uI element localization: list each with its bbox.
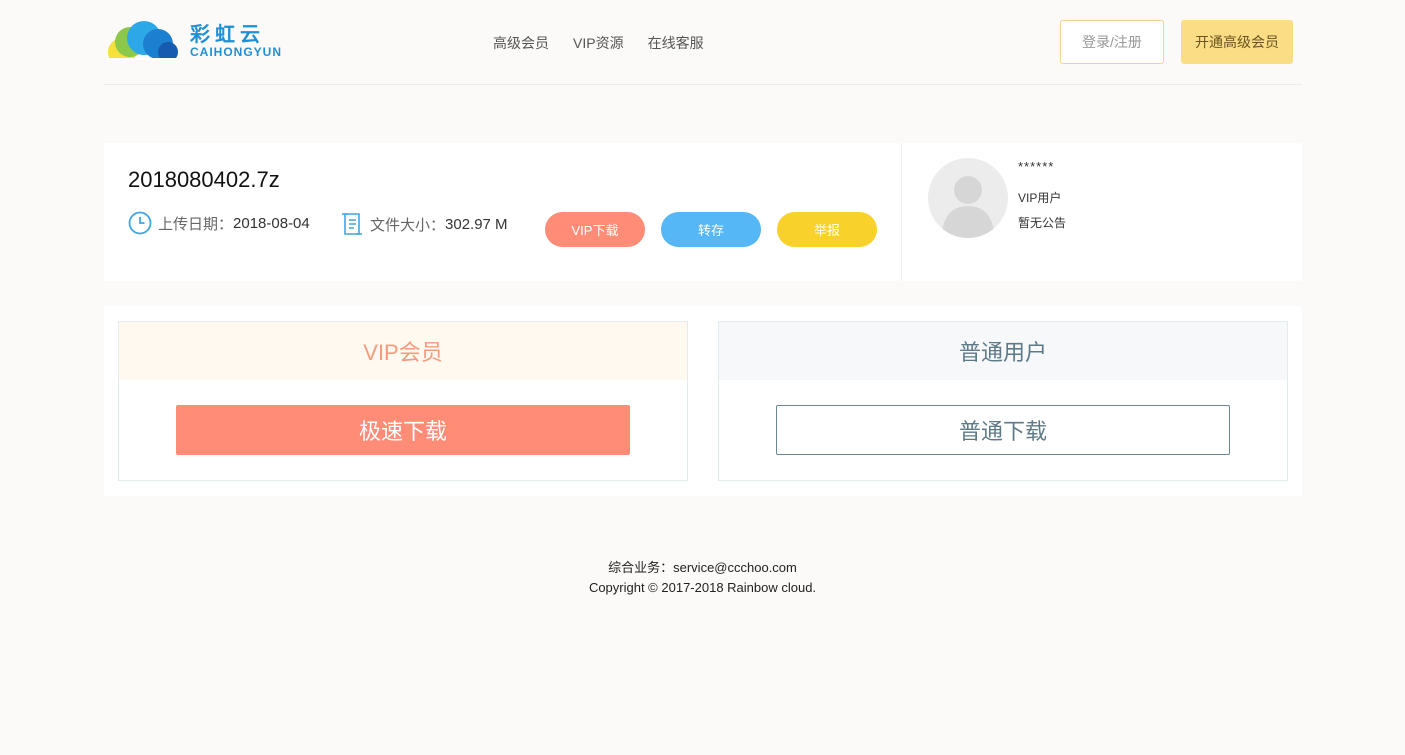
free-plan: 普通用户 普通下载 [718, 321, 1288, 481]
save-to-drive-button[interactable]: 转存 [661, 212, 761, 247]
file-size-value: 302.97 M [445, 215, 508, 233]
login-register-button[interactable]: 登录/注册 [1060, 20, 1164, 64]
nav-premium-member[interactable]: 高级会员 [493, 33, 549, 53]
default-avatar-icon [942, 176, 994, 238]
avatar [928, 158, 1008, 238]
uploader-name: ****** [1018, 159, 1055, 174]
upload-date-label: 上传日期： [158, 215, 234, 233]
vip-plan: VIP会员 极速下载 [118, 321, 688, 481]
file-details: 2018080402.7z 上传日期： 2018-08-04 文件大小： 302… [104, 143, 902, 281]
site-footer: 综合业务：service@ccchoo.com Copyright © 2017… [0, 558, 1405, 598]
file-info-card: 2018080402.7z 上传日期： 2018-08-04 文件大小： 302… [104, 143, 1302, 281]
vip-download-button[interactable]: VIP下载 [545, 212, 645, 247]
uploader-notice: 暂无公告 [1018, 216, 1067, 230]
site-logo[interactable]: 彩虹云 CAIHONGYUN [106, 18, 286, 62]
free-plan-title: 普通用户 [719, 322, 1287, 380]
file-name: 2018080402.7z [128, 167, 280, 192]
clock-icon [128, 211, 152, 235]
download-options: VIP会员 极速下载 普通用户 普通下载 [104, 306, 1302, 496]
normal-download-button[interactable]: 普通下载 [776, 405, 1230, 455]
footer-business-contact: 综合业务：service@ccchoo.com [608, 560, 797, 575]
uploader-type: VIP用户 [1018, 191, 1062, 205]
scroll-icon [342, 213, 362, 235]
main-nav: 高级会员 VIP资源 在线客服 [493, 33, 704, 53]
report-button[interactable]: 举报 [777, 212, 877, 247]
site-header: 彩虹云 CAIHONGYUN 高级会员 VIP资源 在线客服 登录/注册 开通高… [104, 0, 1302, 85]
fast-download-button[interactable]: 极速下载 [176, 405, 630, 455]
rainbow-cloud-logo-icon [106, 21, 178, 60]
uploader-info: ****** VIP用户 暂无公告 [903, 143, 1302, 281]
logo-text-en: CAIHONGYUN [190, 45, 283, 59]
upload-date-value: 2018-08-04 [233, 214, 310, 232]
nav-vip-resources[interactable]: VIP资源 [573, 33, 624, 53]
file-size: 文件大小： 302.97 M [340, 211, 508, 237]
logo-text-cn: 彩虹云 [190, 24, 265, 46]
nav-online-support[interactable]: 在线客服 [648, 33, 704, 53]
file-size-label: 文件大小： [370, 216, 446, 234]
open-premium-button[interactable]: 开通高级会员 [1181, 20, 1293, 64]
vip-plan-title: VIP会员 [119, 322, 687, 380]
upload-date: 上传日期： 2018-08-04 [128, 211, 310, 235]
footer-copyright: Copyright © 2017-2018 Rainbow cloud. [588, 580, 817, 595]
